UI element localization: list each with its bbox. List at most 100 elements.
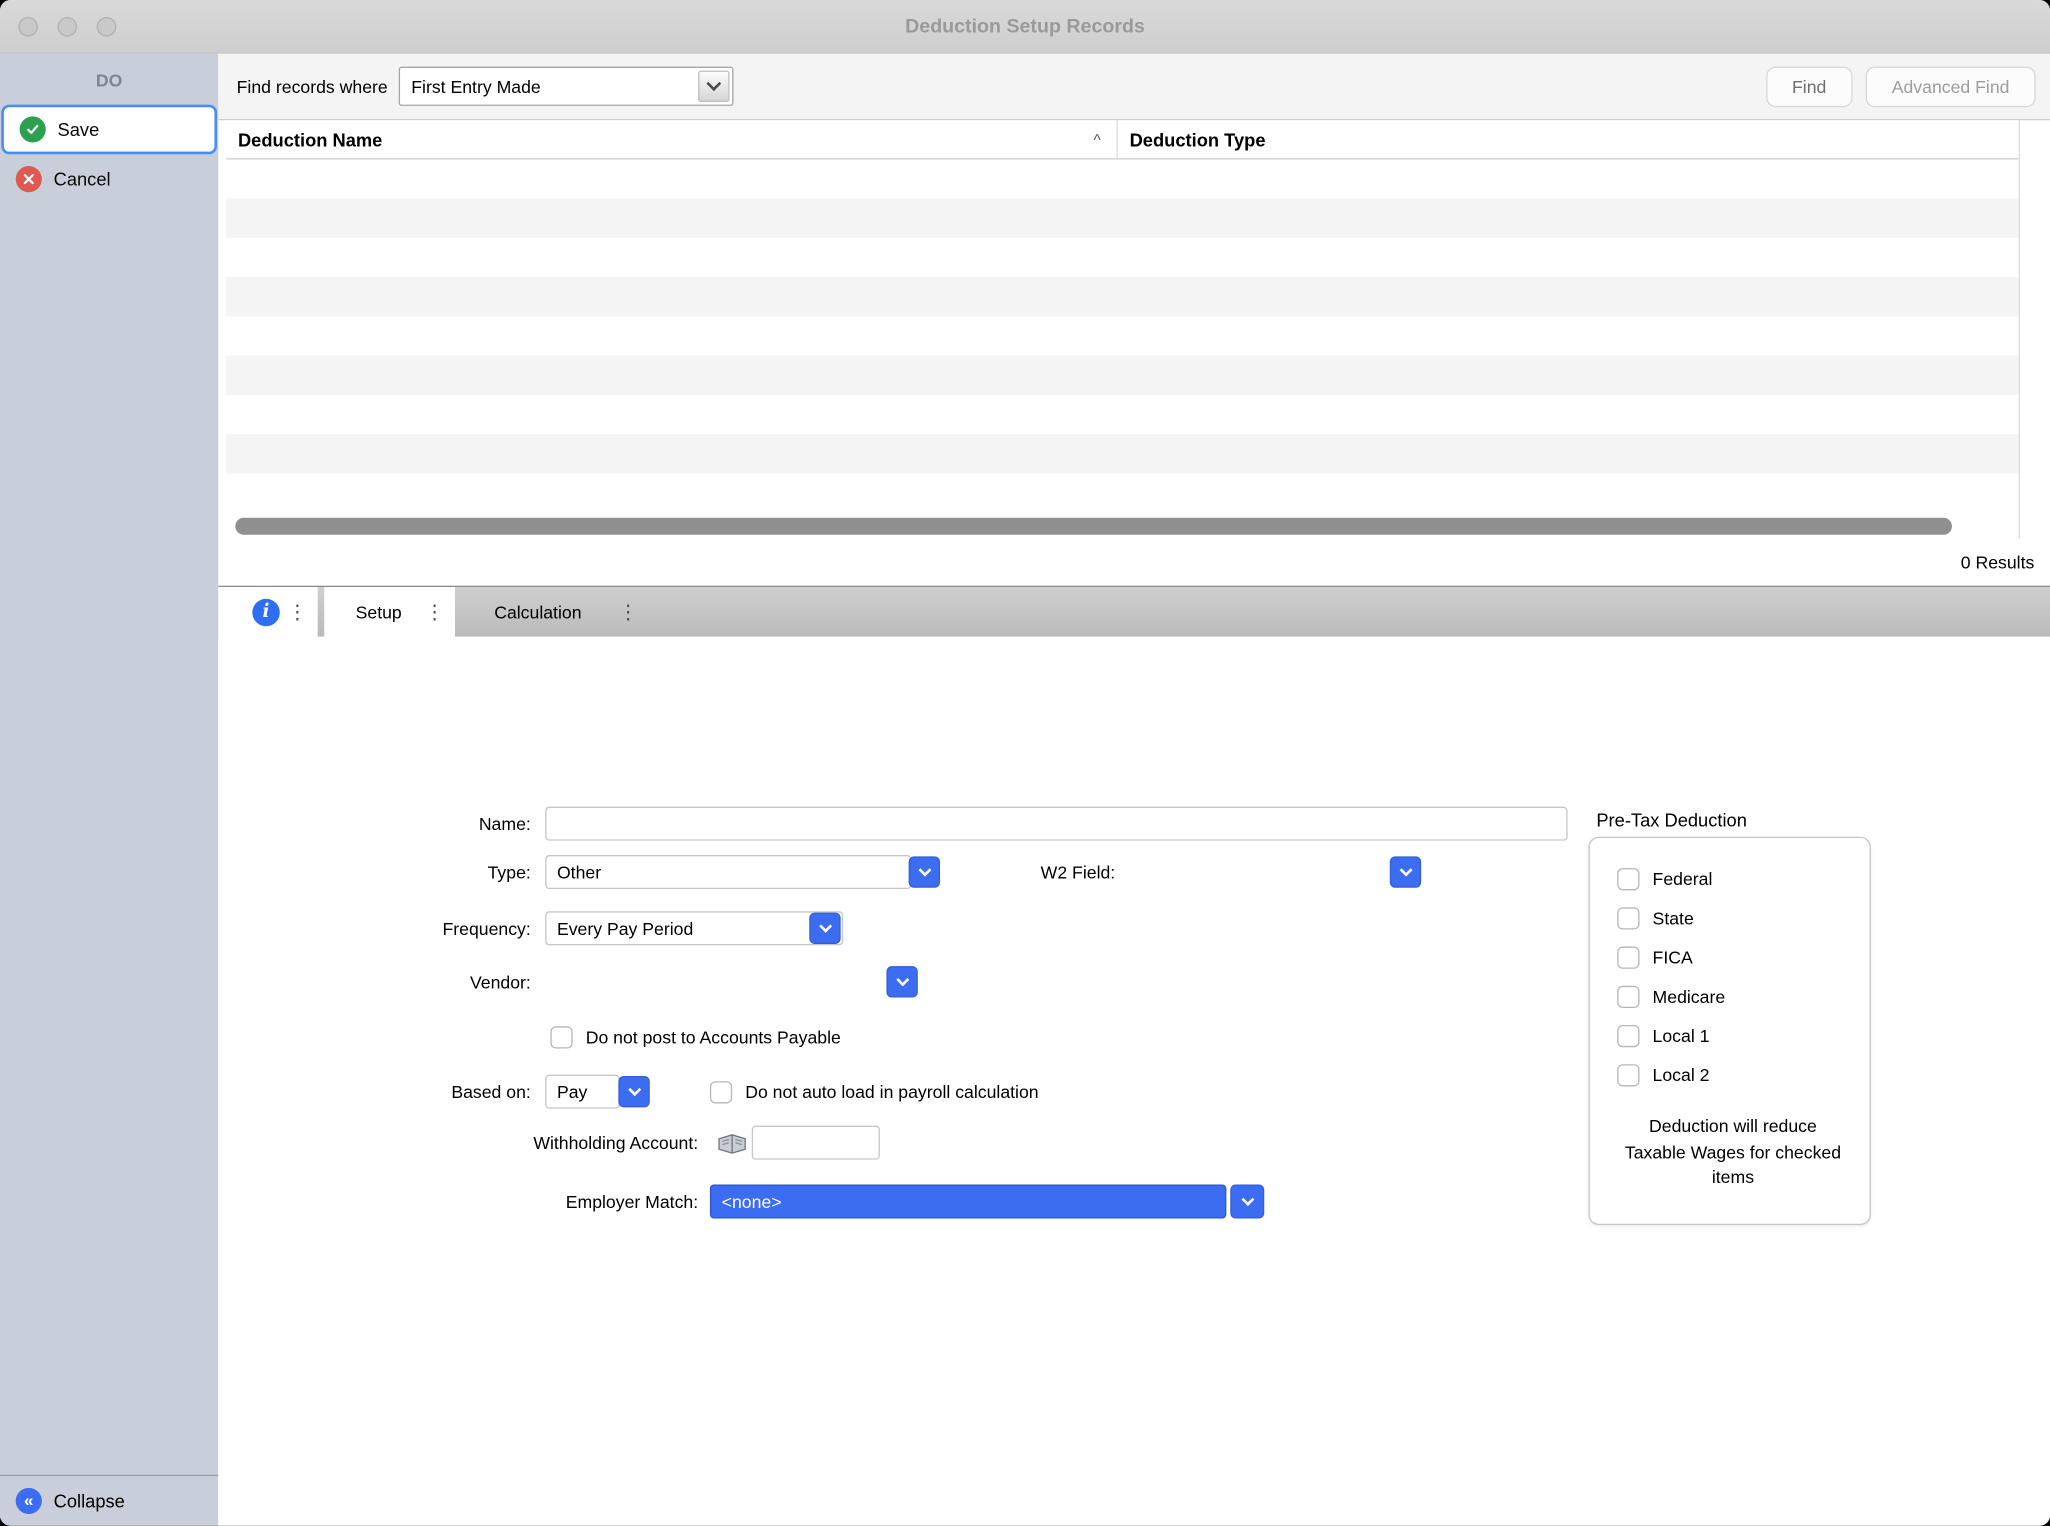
column-header-deduction-type[interactable]: Deduction Type xyxy=(1118,120,2019,158)
save-button-label: Save xyxy=(58,119,100,140)
find-field-value: First Entry Made xyxy=(411,76,540,96)
find-button[interactable]: Find xyxy=(1766,66,1853,107)
collapse-button-label: Collapse xyxy=(54,1490,125,1511)
w2-field-dropdown-button[interactable] xyxy=(1390,856,1421,887)
frequency-label: Frequency: xyxy=(218,911,530,946)
drag-handle-icon[interactable]: ⋮ xyxy=(425,602,445,622)
table-body-empty xyxy=(226,160,2018,512)
do-not-post-label: Do not post to Accounts Payable xyxy=(586,1020,841,1055)
tab-setup-label: Setup xyxy=(356,602,402,622)
window-minimize-button[interactable] xyxy=(58,16,78,36)
sort-ascending-icon: ^ xyxy=(1093,130,1100,148)
scrollbar-thumb[interactable] xyxy=(235,518,1952,535)
frequency-value: Every Pay Period xyxy=(557,918,693,938)
state-label: State xyxy=(1653,909,1694,929)
pretax-option-row: Federal xyxy=(1617,868,1848,890)
tab-setup[interactable]: Setup ⋮ xyxy=(324,587,455,637)
window-controls xyxy=(18,16,116,36)
name-label: Name: xyxy=(218,807,530,842)
state-checkbox[interactable] xyxy=(1617,907,1639,929)
pretax-option-row: State xyxy=(1617,907,1848,929)
collapse-button[interactable]: « Collapse xyxy=(0,1475,218,1526)
app-window: Deduction Setup Records DO Save Cancel «… xyxy=(0,0,2050,1526)
find-field-dropdown[interactable]: First Entry Made xyxy=(398,67,733,106)
type-label: Type: xyxy=(218,855,530,890)
vendor-dropdown-button[interactable] xyxy=(886,966,917,997)
employer-match-value: <none> xyxy=(722,1192,782,1212)
do-not-post-checkbox[interactable] xyxy=(550,1026,572,1048)
frequency-dropdown[interactable]: Every Pay Period xyxy=(545,911,843,945)
federal-checkbox[interactable] xyxy=(1617,868,1639,890)
sidebar: DO Save Cancel « Collapse xyxy=(0,54,218,1526)
pretax-deduction-panel: Federal State FICA Medicare xyxy=(1588,837,1870,1225)
find-bar: Find records where First Entry Made Find… xyxy=(218,54,2050,121)
tab-calculation-label: Calculation xyxy=(494,602,581,622)
local1-checkbox[interactable] xyxy=(1617,1025,1639,1047)
dropdown-button[interactable] xyxy=(698,71,729,102)
chevron-down-icon xyxy=(818,920,831,933)
type-value: Other xyxy=(557,862,601,882)
w2-field-label: W2 Field: xyxy=(1025,855,1115,890)
pretax-option-row: Local 1 xyxy=(1617,1025,1848,1047)
info-segment: i ⋮ xyxy=(218,587,317,637)
tab-bar: i ⋮ Setup ⋮ Calculation ⋮ xyxy=(218,587,2050,637)
column-header-deduction-name[interactable]: Deduction Name ^ xyxy=(226,120,1118,158)
save-button[interactable]: Save xyxy=(1,105,217,155)
cancel-button[interactable]: Cancel xyxy=(0,154,218,204)
pretax-option-row: Local 2 xyxy=(1617,1064,1848,1086)
local1-label: Local 1 xyxy=(1653,1026,1710,1046)
employer-match-select[interactable]: <none> xyxy=(710,1185,1226,1219)
window-zoom-button[interactable] xyxy=(97,16,117,36)
setup-form: Name: Type: Other W2 Field: xyxy=(218,637,2050,1526)
check-circle-icon xyxy=(20,116,46,142)
based-on-dropdown-button[interactable] xyxy=(618,1076,649,1107)
employer-match-dropdown-button[interactable] xyxy=(1230,1185,1264,1219)
results-row: 0 Results xyxy=(218,539,2050,587)
deduction-name-header-label: Deduction Name xyxy=(238,129,382,150)
local2-checkbox[interactable] xyxy=(1617,1064,1639,1086)
withholding-account-input[interactable] xyxy=(752,1126,880,1160)
ledger-icon[interactable] xyxy=(718,1134,747,1161)
drag-handle-icon[interactable]: ⋮ xyxy=(288,602,308,622)
drag-handle-icon[interactable]: ⋮ xyxy=(618,602,638,622)
type-dropdown[interactable]: Other xyxy=(545,855,911,889)
frequency-dropdown-button[interactable] xyxy=(809,913,840,944)
chevrons-left-icon: « xyxy=(16,1488,42,1514)
tab-calculation[interactable]: Calculation ⋮ xyxy=(455,587,648,637)
fica-checkbox[interactable] xyxy=(1617,947,1639,969)
window-title: Deduction Setup Records xyxy=(0,15,2050,37)
main-panel: Find records where First Entry Made Find… xyxy=(218,54,2050,1526)
type-dropdown-button[interactable] xyxy=(909,856,940,887)
deduction-type-header-label: Deduction Type xyxy=(1130,129,1266,150)
fica-label: FICA xyxy=(1653,948,1693,968)
info-icon[interactable]: i xyxy=(252,598,279,625)
pretax-option-row: FICA xyxy=(1617,947,1848,969)
window-close-button[interactable] xyxy=(18,16,38,36)
federal-label: Federal xyxy=(1653,869,1713,889)
local2-label: Local 2 xyxy=(1653,1066,1710,1086)
x-circle-icon xyxy=(16,166,42,192)
medicare-label: Medicare xyxy=(1653,987,1726,1007)
find-records-label: Find records where xyxy=(237,76,388,96)
pretax-deduction-title: Pre-Tax Deduction xyxy=(1596,809,1747,830)
sidebar-header: DO xyxy=(0,54,218,105)
medicare-checkbox[interactable] xyxy=(1617,986,1639,1008)
cancel-button-label: Cancel xyxy=(54,169,111,190)
chevron-down-icon xyxy=(706,76,721,91)
pretax-option-row: Medicare xyxy=(1617,986,1848,1008)
pretax-note: Deduction will reduce Taxable Wages for … xyxy=(1617,1114,1848,1191)
vendor-label: Vendor: xyxy=(218,965,530,1000)
name-input[interactable] xyxy=(545,807,1567,841)
based-on-value: Pay xyxy=(557,1082,587,1102)
chevron-down-icon xyxy=(628,1083,641,1096)
results-count: 0 Results xyxy=(1961,552,2035,572)
chevron-down-icon xyxy=(896,973,909,986)
withholding-account-label: Withholding Account: xyxy=(218,1126,698,1161)
based-on-label: Based on: xyxy=(218,1075,530,1110)
advanced-find-button[interactable]: Advanced Find xyxy=(1866,66,2036,107)
horizontal-scrollbar xyxy=(226,511,2018,538)
auto-load-label: Do not auto load in payroll calculation xyxy=(745,1075,1038,1110)
results-table: Deduction Name ^ Deduction Type xyxy=(226,120,2020,538)
auto-load-checkbox[interactable] xyxy=(710,1081,732,1103)
based-on-dropdown[interactable]: Pay xyxy=(545,1075,620,1109)
